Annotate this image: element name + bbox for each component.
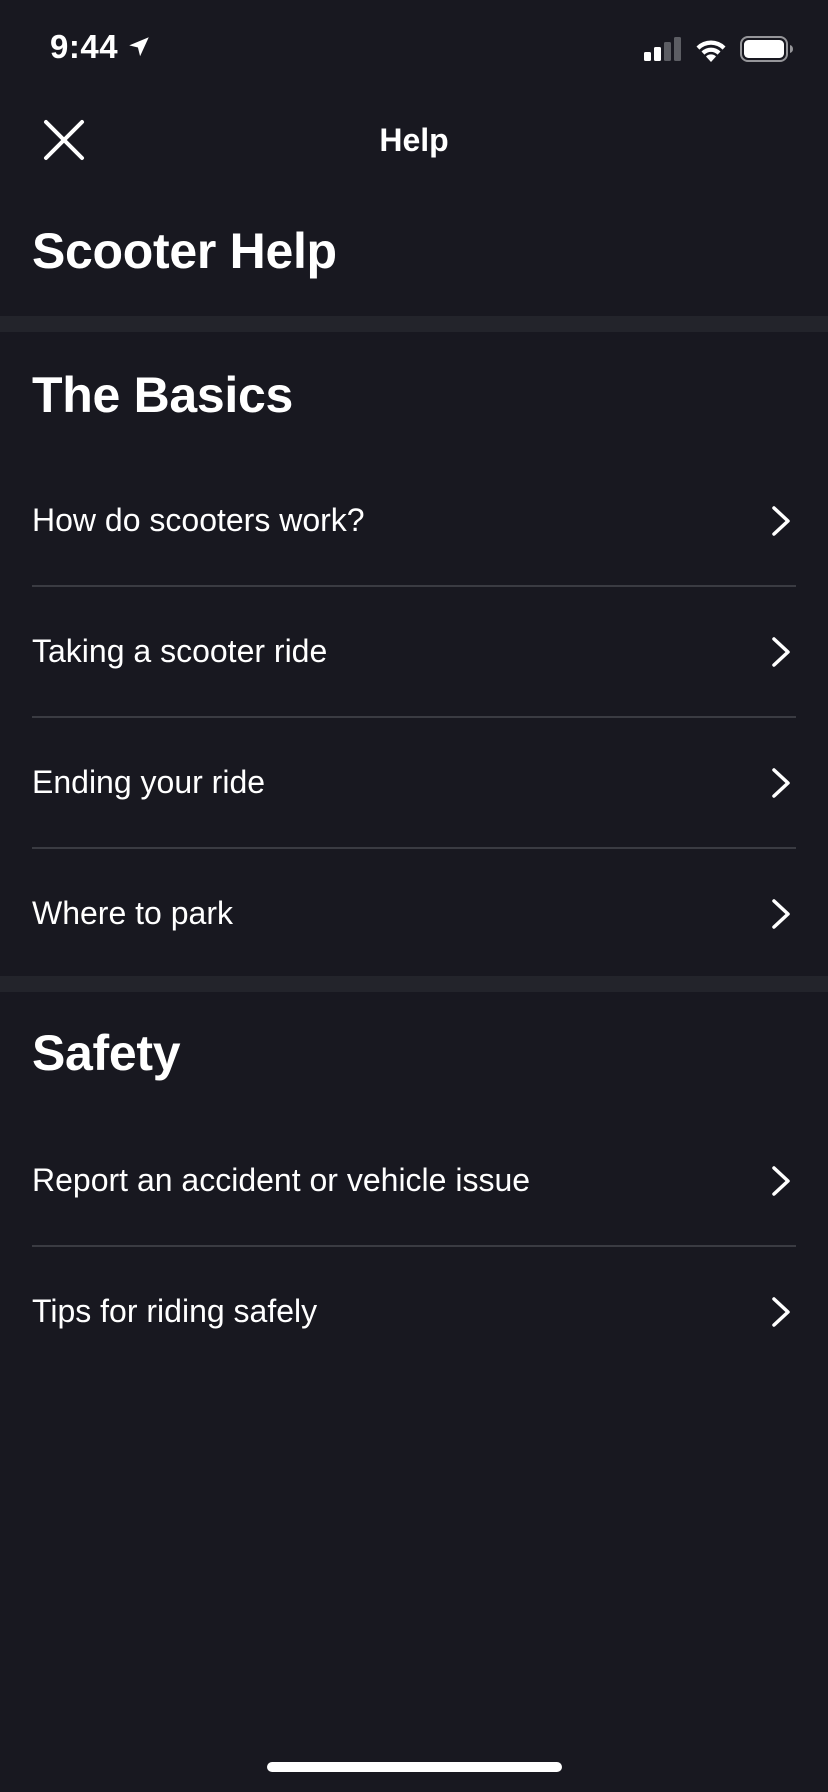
nav-title: Help — [379, 122, 449, 158]
list-item-riding-tips[interactable]: Tips for riding safely — [32, 1247, 796, 1376]
status-bar: 9:44 — [0, 0, 828, 100]
section-divider — [0, 976, 828, 992]
chevron-right-icon — [772, 505, 790, 536]
list-item-label: How do scooters work? — [32, 502, 365, 538]
status-icons — [644, 36, 794, 62]
chevron-right-icon — [772, 636, 790, 667]
list-item-how-scooters-work[interactable]: How do scooters work? — [32, 456, 796, 587]
list-item-label: Taking a scooter ride — [32, 633, 328, 669]
chevron-right-icon — [772, 1165, 790, 1196]
list-item-label: Ending your ride — [32, 764, 266, 800]
chevron-right-icon — [772, 767, 790, 798]
list-item-report-accident[interactable]: Report an accident or vehicle issue — [32, 1116, 796, 1247]
cellular-signal-icon — [644, 37, 681, 61]
page-title: Scooter Help — [32, 223, 337, 279]
wifi-icon — [696, 40, 726, 62]
safety-list: Report an accident or vehicle issue Tips… — [32, 1116, 796, 1376]
status-time-group: 9:44 — [50, 28, 152, 66]
list-item-label: Where to park — [32, 895, 233, 931]
location-arrow-icon — [129, 37, 149, 57]
section-title-safety: Safety — [32, 1025, 181, 1081]
list-item-ending-ride[interactable]: Ending your ride — [32, 718, 796, 849]
chevron-right-icon — [772, 1296, 790, 1327]
nav-bar: Help — [0, 100, 828, 182]
section-divider — [0, 316, 828, 332]
list-item-where-to-park[interactable]: Where to park — [32, 849, 796, 978]
chevron-right-icon — [772, 898, 790, 929]
list-item-label: Report an accident or vehicle issue — [32, 1162, 531, 1198]
section-title-basics: The Basics — [32, 367, 294, 423]
status-time: 9:44 — [50, 28, 119, 65]
list-item-label: Tips for riding safely — [32, 1293, 318, 1329]
battery-icon — [740, 36, 793, 62]
basics-list: How do scooters work? Taking a scooter r… — [32, 456, 796, 978]
list-item-taking-a-ride[interactable]: Taking a scooter ride — [32, 587, 796, 718]
home-indicator[interactable] — [267, 1762, 562, 1772]
